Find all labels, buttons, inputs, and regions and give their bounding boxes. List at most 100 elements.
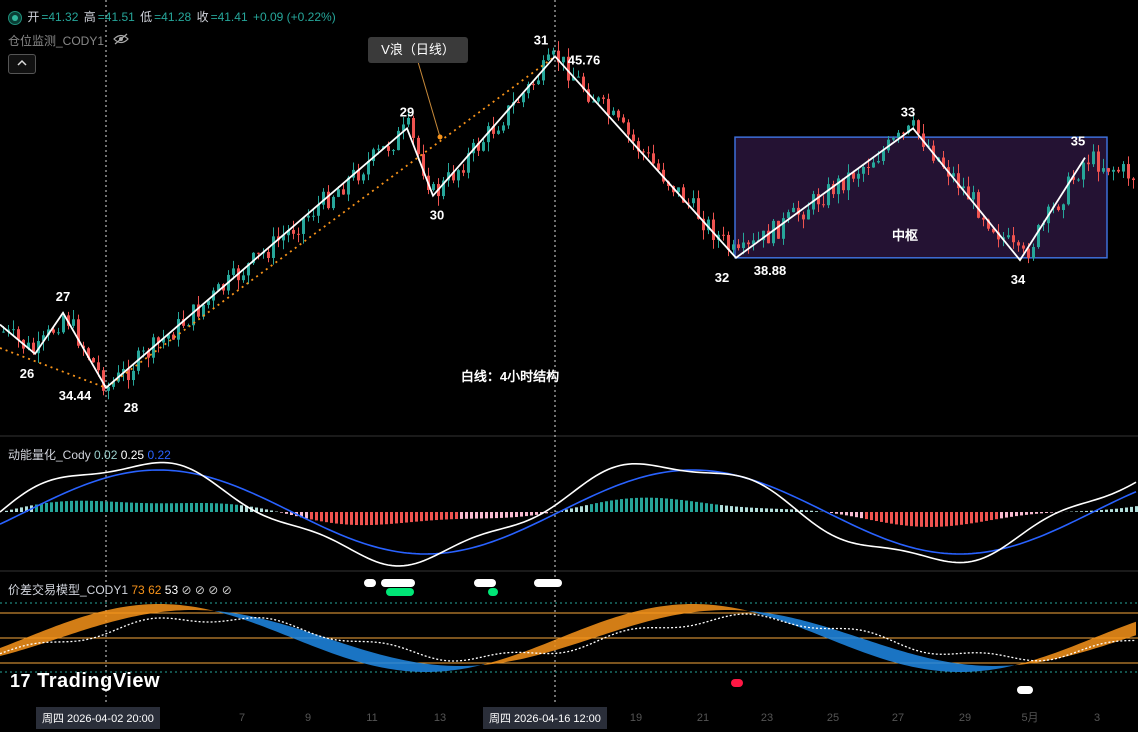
spread-fill (280, 623, 284, 635)
spread-fill (684, 604, 688, 614)
spread-fill (212, 610, 216, 612)
spread-fill (160, 604, 164, 613)
candle-body (642, 151, 645, 153)
momentum-bar (1000, 512, 1003, 519)
spread-fill (860, 637, 864, 653)
spread-fill (692, 604, 696, 613)
high-label: 高 (83, 10, 96, 24)
candle-body (562, 56, 565, 63)
momentum-bar (195, 502, 198, 512)
momentum-bar (95, 500, 98, 512)
momentum-bar (955, 512, 958, 526)
momentum-bar (205, 503, 208, 512)
spread-legend[interactable]: 价差交易模型_CODY1 73 62 53 ⊘ ⊘ ⊘ ⊘ (8, 581, 232, 598)
spread-fill (904, 651, 908, 666)
spread-fill (440, 665, 444, 672)
crosshair-time-label-2: 周四 2026-04-16 12:00 (483, 707, 607, 729)
spread-fill (360, 648, 364, 664)
momentum-bar (895, 512, 898, 525)
momentum-bar (435, 512, 438, 521)
momentum-bar (1050, 512, 1053, 513)
momentum-bar (830, 512, 833, 514)
momentum-bar (440, 512, 443, 520)
spread-fill (400, 659, 404, 671)
candle-body (547, 54, 550, 61)
momentum-bar (575, 507, 578, 512)
momentum-bar (230, 504, 233, 512)
candle-body (837, 178, 840, 195)
spread-fill (852, 635, 856, 650)
spread-na-1: ⊘ (181, 583, 192, 597)
spread-fill (992, 665, 996, 670)
momentum-bar (745, 507, 748, 512)
momentum-bar (735, 506, 738, 512)
candle-body (972, 192, 975, 200)
zhongshu-box (734, 136, 1108, 259)
spread-fill (284, 624, 288, 637)
momentum-legend[interactable]: 动能量化_Cody 0.02 0.25 0.22 (8, 446, 171, 463)
candle-body (612, 110, 615, 115)
signal-marker (364, 579, 376, 587)
collapse-legend-button[interactable] (8, 54, 36, 74)
eye-hidden-icon[interactable] (113, 33, 130, 48)
momentum-bar (985, 512, 988, 521)
spread-fill (44, 629, 48, 644)
spread-fill (892, 648, 896, 663)
spread-fill (1068, 646, 1072, 657)
candle-body (292, 229, 295, 234)
spread-fill (328, 638, 332, 654)
candle-body (337, 189, 340, 197)
spread-fill (0, 646, 4, 657)
momentum-bar (190, 503, 193, 512)
spread-fill (388, 656, 392, 670)
momentum-bar (320, 512, 323, 522)
candle-body (457, 170, 460, 181)
momentum-bar (705, 503, 708, 512)
momentum-bar (665, 498, 668, 512)
momentum-bar (1025, 512, 1028, 515)
momentum-bar (180, 503, 183, 512)
momentum-bar (495, 512, 498, 519)
candle-body (392, 150, 395, 152)
spread-fill (1132, 621, 1136, 637)
momentum-bar (595, 503, 598, 512)
spread-fill (132, 605, 136, 617)
momentum-bar (130, 502, 133, 512)
momentum-bar (280, 512, 283, 513)
spread-fill (1008, 665, 1012, 667)
spread-fill (352, 646, 356, 662)
candle-body (242, 275, 245, 281)
spread-fill (1088, 638, 1092, 651)
indicator1-legend[interactable]: 仓位监测_CODY1 (8, 32, 130, 49)
candle-body (142, 350, 145, 352)
x-axis-tick: 7 (239, 712, 245, 724)
candle-body (502, 125, 505, 131)
momentum-bar (145, 503, 148, 512)
momentum-bar (400, 512, 403, 524)
pivot-label: 27 (56, 289, 70, 304)
signal-marker (488, 588, 498, 596)
momentum-bar (720, 505, 723, 512)
price-note-label: 34.44 (59, 388, 92, 403)
spread-fill (148, 604, 152, 614)
spread-fill (896, 649, 900, 664)
momentum-bar (375, 512, 378, 525)
momentum-bar (455, 512, 458, 520)
spread-fill (624, 613, 628, 629)
spread-fill (48, 627, 52, 642)
watermark-text: TradingView (37, 670, 161, 692)
momentum-bar (65, 501, 68, 512)
spread-fill (32, 633, 36, 647)
momentum-bar (640, 497, 643, 512)
candle-body (777, 220, 780, 239)
momentum-bar (10, 509, 13, 512)
spread-fill (640, 609, 644, 624)
spread-fill (536, 645, 540, 656)
spread-fill (356, 647, 360, 663)
candle-body (622, 117, 625, 123)
price-chart[interactable]: 26 27 28 34.44 29 30 31 45.76 32 38.88 33 34 35 白线：4小… (0, 0, 1138, 732)
candle-body (62, 315, 65, 333)
momentum-bar (225, 503, 228, 512)
spread-fill (420, 662, 424, 672)
spread-fill (1084, 640, 1088, 652)
